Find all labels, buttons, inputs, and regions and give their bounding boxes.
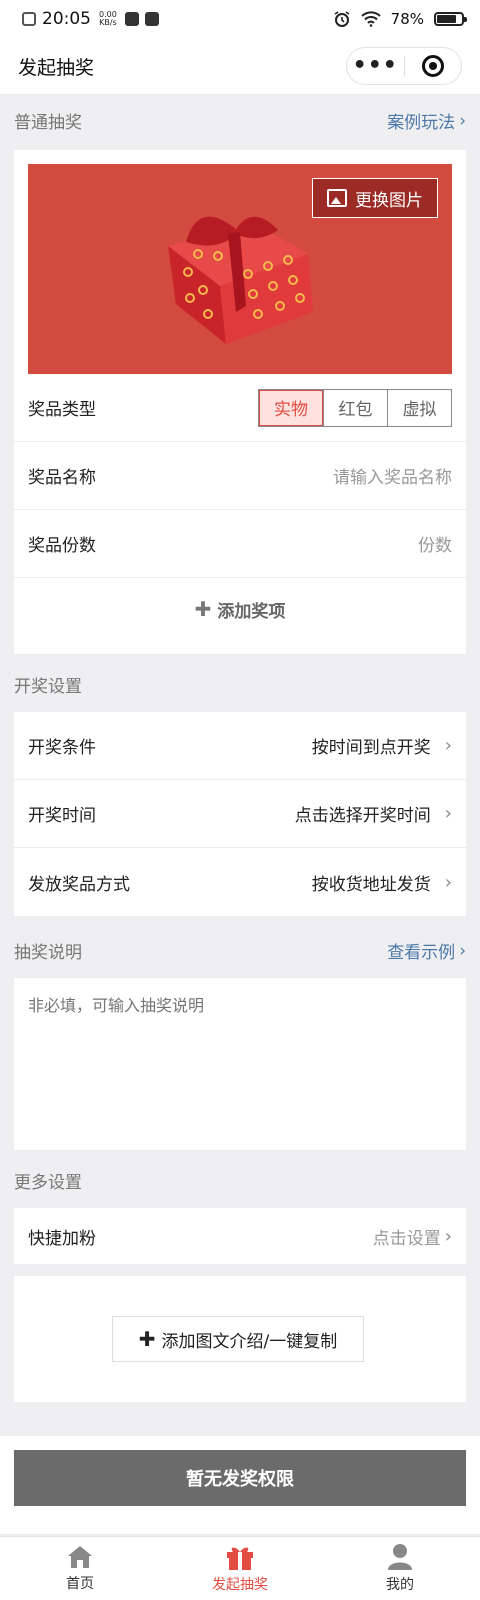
tab-bar: 首页 发起抽奖 我的 [0,1536,480,1600]
more-menu-icon[interactable]: ••• [347,55,404,77]
prize-type-physical[interactable]: 实物 [259,389,323,426]
battery-icon [434,12,467,26]
section-title: 开奖设置 [14,677,82,697]
change-image-label: 更换图片 [355,190,423,211]
tab-start-lottery-label: 发起抽奖 [212,1577,268,1593]
section-title: 抽奖说明 [14,943,82,963]
quick-follow-value: 点击设置 [372,1228,441,1249]
page-title: 发起抽奖 [18,56,95,79]
navigation-bar: 发起抽奖 ••• [0,38,480,94]
draw-time-row[interactable]: 开奖时间 点击选择开奖时间 › [14,780,466,848]
prize-type-selector: 实物 红包 虚拟 [258,388,452,427]
tab-mine-label: 我的 [386,1577,414,1593]
add-prize-label: 添加奖项 [217,601,286,622]
status-bar: 20:05 0.00 KB/s 78% [0,0,480,38]
plus-icon: ✚ [138,1327,156,1351]
description-card [14,978,466,1150]
battery-text: 78% [390,10,424,28]
chevron-right-icon: › [459,940,466,961]
no-permission-button[interactable]: 暂无发奖权限 [14,1450,466,1506]
prize-type-red-packet[interactable]: 红包 [323,389,387,426]
notification-icon [144,12,159,26]
status-time: 20:05 [42,9,91,29]
draw-condition-row[interactable]: 开奖条件 按时间到点开奖 › [14,712,466,780]
prize-count-label: 奖品份数 [28,536,96,556]
view-example-label: 查看示例 [387,943,456,963]
prize-count-row[interactable]: 奖品份数 份数 [14,510,466,578]
case-play-link-label: 案例玩法 [387,113,456,133]
chevron-right-icon: › [444,1225,452,1247]
prize-name-input[interactable]: 请输入奖品名称 [333,463,452,488]
add-intro-label: 添加图文介绍/一键复制 [161,1331,338,1352]
tab-home-label: 首页 [66,1576,94,1592]
view-example-link[interactable]: 查看示例 › [387,938,466,964]
alarm-icon [334,11,350,27]
plus-icon: ✚ [194,597,212,621]
intro-card: ✚ 添加图文介绍/一键复制 [14,1276,466,1402]
wifi-icon [360,11,381,27]
network-speed: 0.00 KB/s [99,11,117,27]
draw-condition-value: 按时间到点开奖 [311,738,431,758]
add-prize-button[interactable]: ✚ 添加奖项 [14,578,466,640]
image-icon [327,189,347,207]
prize-image-banner: 更换图片 [28,164,452,374]
more-settings-header: 更多设置 [14,1168,466,1193]
quick-follow-row[interactable]: 快捷加粉 点击设置 › [14,1208,466,1264]
user-icon [388,1544,412,1570]
case-play-link[interactable]: 案例玩法 › [387,108,466,134]
delivery-method-label: 发放奖品方式 [28,874,130,895]
description-header: 抽奖说明 查看示例 › [14,938,466,964]
tab-home[interactable]: 首页 [0,1537,160,1600]
prize-type-row: 奖品类型 实物 红包 虚拟 [14,374,466,442]
close-mini-program-button[interactable] [405,55,462,77]
draw-settings-header: 开奖设置 [14,672,466,697]
tab-mine[interactable]: 我的 [320,1537,480,1600]
prize-type-virtual[interactable]: 虚拟 [387,389,451,426]
network-speed-unit: KB/s [99,18,117,27]
prize-card: 更换图片 奖品类型 实物 红包 虚拟 奖品名称 请输入奖品名称 奖品份数 份数 … [14,150,466,654]
chevron-right-icon: › [444,871,452,893]
draw-time-value: 点击选择开奖时间 [294,806,431,826]
gift-box-image [168,216,313,344]
prize-type-label: 奖品类型 [28,400,96,420]
quick-follow-card: 快捷加粉 点击设置 › [14,1208,466,1264]
gift-icon [227,1547,253,1570]
add-intro-button[interactable]: ✚ 添加图文介绍/一键复制 [112,1316,364,1362]
no-sim-icon [22,12,36,26]
section-title: 更多设置 [14,1173,82,1193]
delivery-method-row[interactable]: 发放奖品方式 按收货地址发货 › [14,848,466,916]
prize-count-input[interactable]: 份数 [418,531,452,556]
chevron-right-icon: › [444,803,452,824]
draw-condition-label: 开奖条件 [28,738,96,758]
home-icon [68,1546,92,1568]
target-icon [421,55,444,77]
taobao-icon [124,12,139,26]
draw-settings-card: 开奖条件 按时间到点开奖 › 开奖时间 点击选择开奖时间 › 发放奖品方式 按收… [14,712,466,916]
prize-name-row[interactable]: 奖品名称 请输入奖品名称 [14,442,466,510]
chevron-right-icon: › [459,110,466,131]
footer-action-area: 暂无发奖权限 [0,1436,480,1534]
prize-name-label: 奖品名称 [28,468,96,488]
delivery-method-value: 按收货地址发货 [311,874,431,895]
chevron-right-icon: › [444,735,452,756]
normal-lottery-header: 普通抽奖 案例玩法 › [14,108,466,134]
quick-follow-label: 快捷加粉 [28,1228,96,1249]
description-input[interactable] [14,978,466,1148]
tab-start-lottery[interactable]: 发起抽奖 [160,1537,320,1600]
draw-time-label: 开奖时间 [28,806,96,826]
mini-program-capsule: ••• [346,47,462,85]
change-image-button[interactable]: 更换图片 [312,178,438,218]
section-title: 普通抽奖 [14,113,82,133]
